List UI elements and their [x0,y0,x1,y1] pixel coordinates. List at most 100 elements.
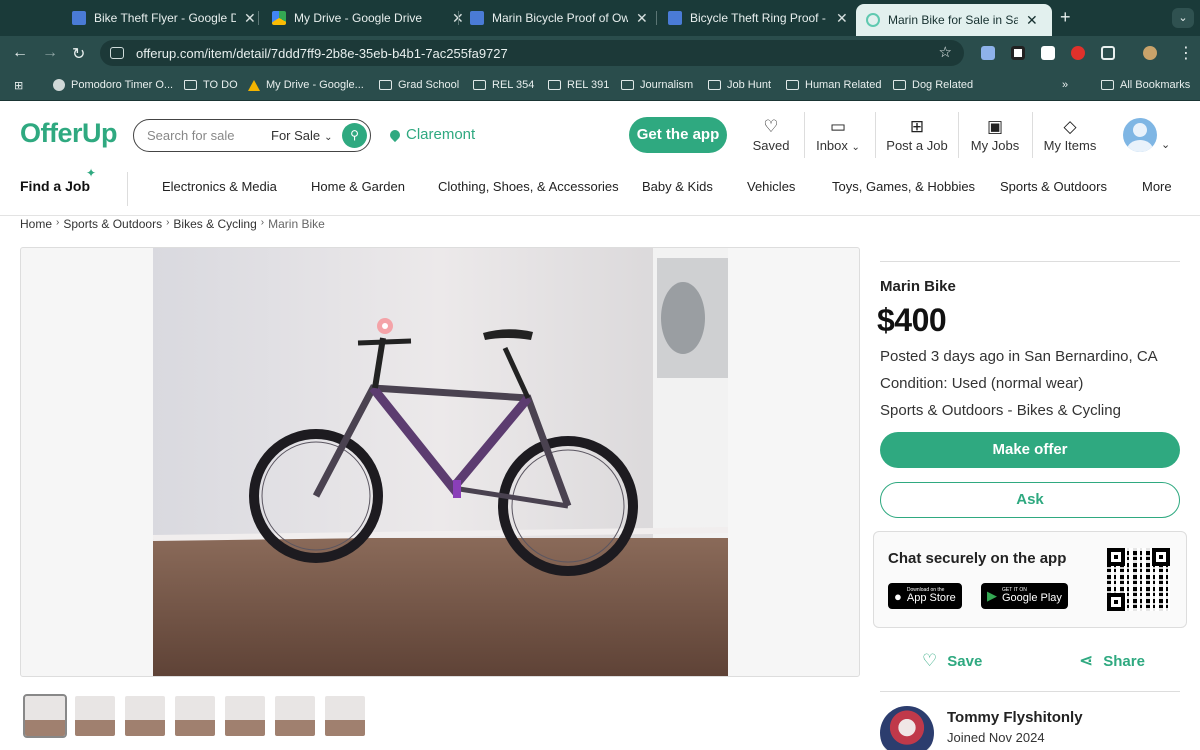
user-avatar[interactable] [1123,118,1157,152]
bookmark-label: Pomodoro Timer O... [71,79,174,91]
reload-icon[interactable]: ↻ [72,44,85,64]
search-input[interactable]: Search for sale [147,128,234,143]
listing-image-viewer[interactable] [20,247,860,677]
thumbnail-image[interactable] [175,696,215,736]
offerup-logo[interactable]: OfferUp [20,118,118,149]
chevron-right-icon: › [56,217,60,228]
app-store-badge[interactable]: ● Download on the App Store [888,583,962,609]
adblock-icon[interactable] [1071,46,1085,60]
category-more[interactable]: More [1142,179,1172,194]
close-icon[interactable]: ✕ [836,10,848,27]
more-bookmarks-chevron-icon[interactable]: » [1062,79,1068,91]
bookmark-journalism[interactable]: Journalism [621,79,693,91]
bookmark-job-hunt[interactable]: Job Hunt [708,79,771,91]
nav-label: Inbox [816,138,848,153]
one-password-icon[interactable] [1011,46,1025,60]
ask-button[interactable]: Ask [880,482,1180,518]
nav-post-job[interactable]: ⊞ Post a Job [886,116,948,153]
bookmark-my-drive[interactable]: My Drive - Google... [248,79,364,91]
nav-inbox[interactable]: ▭ Inbox ⌄ [812,116,864,153]
category-baby-kids[interactable]: Baby & Kids [642,179,713,194]
all-bookmarks[interactable]: All Bookmarks [1101,79,1190,91]
plus-square-icon: ⊞ [909,117,925,136]
nav-label: Post a Job [886,138,948,153]
tag-icon: ◇ [1063,117,1077,136]
close-icon[interactable]: ✕ [1026,12,1038,29]
nav-label: My Jobs [970,138,1020,153]
bookmark-grad-school[interactable]: Grad School [379,79,459,91]
profile-avatar-icon[interactable] [1143,46,1157,60]
category-sports-outdoors[interactable]: Sports & Outdoors [1000,179,1107,194]
thumbnail-image[interactable] [325,696,365,736]
share-listing-button[interactable]: ⋖ Share [1079,651,1145,671]
bookmark-star-icon[interactable]: ☆ [939,43,952,61]
extensions-puzzle-icon[interactable] [1101,46,1115,60]
docs-extension-icon[interactable] [981,46,995,60]
qr-code-icon [1107,548,1170,611]
back-arrow-icon[interactable]: ← [12,44,28,62]
close-icon[interactable]: ✕ [244,10,256,27]
category-home-garden[interactable]: Home & Garden [311,179,405,194]
find-a-job-link[interactable]: Find a Job [20,178,90,194]
chevron-down-icon[interactable]: ⌄ [1161,138,1170,151]
folder-icon [893,80,906,90]
forward-arrow-icon[interactable]: → [42,44,58,62]
breadcrumb-bikes-cycling[interactable]: Bikes & Cycling [173,217,256,231]
pen-extension-icon[interactable] [1041,46,1055,60]
bookmark-label: Grad School [398,79,460,91]
bookmark-dog-related[interactable]: Dog Related [893,79,973,91]
seller-joined-date: Joined Nov 2024 [947,730,1045,745]
browser-menu-icon[interactable]: ⋮ [1178,43,1194,63]
breadcrumb-sports-outdoors[interactable]: Sports & Outdoors [63,217,162,231]
tab-bicycle-theft-ring[interactable]: Bicycle Theft Ring Proof - Google Docs ✕ [658,4,858,32]
bookmarks-bar: ⊞ Pomodoro Timer O... TO DO My Drive - G… [0,70,1200,101]
listing-condition: Condition: Used (normal wear) [880,375,1084,392]
save-listing-button[interactable]: ♡ Save [922,651,982,671]
address-bar[interactable]: offerup.com/item/detail/7ddd7ff9-2b8e-35… [100,40,964,66]
thumbnail-strip [23,694,375,738]
category-clothing[interactable]: Clothing, Shoes, & Accessories [438,179,619,194]
category-vehicles[interactable]: Vehicles [747,179,795,194]
tab-marin-proof-ownership[interactable]: Marin Bicycle Proof of Ownership ✕ [460,4,658,32]
google-play-badge[interactable]: ▶ GET IT ON Google Play [981,583,1068,609]
bookmark-rel-391[interactable]: REL 391 [548,79,609,91]
share-label: Share [1103,652,1145,670]
search-icon[interactable]: ⚲ [342,123,367,148]
category-toys-games[interactable]: Toys, Games, & Hobbies [832,179,975,194]
thumbnail-image[interactable] [225,696,265,736]
make-offer-button[interactable]: Make offer [880,432,1180,468]
location-selector[interactable]: Claremont [387,126,475,143]
site-info-icon[interactable] [110,47,124,59]
folder-icon [379,80,392,90]
nav-saved[interactable]: ♡ Saved [748,116,794,153]
category-electronics[interactable]: Electronics & Media [162,179,277,194]
thumbnail-image[interactable] [125,696,165,736]
folder-icon [1101,80,1114,90]
bookmark-human-related[interactable]: Human Related [786,79,881,91]
get-the-app-button[interactable]: Get the app [629,117,727,153]
close-icon[interactable]: ✕ [636,10,648,27]
bookmark-todo[interactable]: TO DO [184,79,238,91]
nav-my-jobs[interactable]: ▣ My Jobs [968,116,1022,153]
bookmark-rel-354[interactable]: REL 354 [473,79,534,91]
new-tab-button[interactable]: + [1060,7,1071,28]
seller-name[interactable]: Tommy Flyshitonly [947,709,1083,726]
bookmark-label: Dog Related [912,79,974,91]
thumbnail-image[interactable] [75,696,115,736]
badge-text: Google Play [1002,592,1062,604]
seller-avatar[interactable] [880,706,934,750]
tab-my-drive[interactable]: My Drive - Google Drive ✕ [262,4,474,32]
tab-search-button[interactable]: ⌄ [1172,8,1194,28]
apps-grid-icon[interactable]: ⊞ [14,79,23,92]
bookmark-label: Job Hunt [727,79,772,91]
breadcrumb-home[interactable]: Home [20,217,52,231]
category-bar: Find a Job ✦ Electronics & Media Home & … [0,166,1200,216]
tab-marin-bike-offerup[interactable]: Marin Bike for Sale in San Bernardino ✕ [856,4,1052,36]
thumbnail-image[interactable] [23,694,67,738]
nav-my-items[interactable]: ◇ My Items [1042,116,1098,153]
tab-bike-theft-flyer[interactable]: Bike Theft Flyer - Google Drive ✕ [62,4,266,32]
thumbnail-image[interactable] [275,696,315,736]
listing-photo [153,248,728,676]
bookmark-pomodoro[interactable]: Pomodoro Timer O... [53,79,173,91]
search-scope-select[interactable]: For Sale ⌄ [271,128,333,143]
